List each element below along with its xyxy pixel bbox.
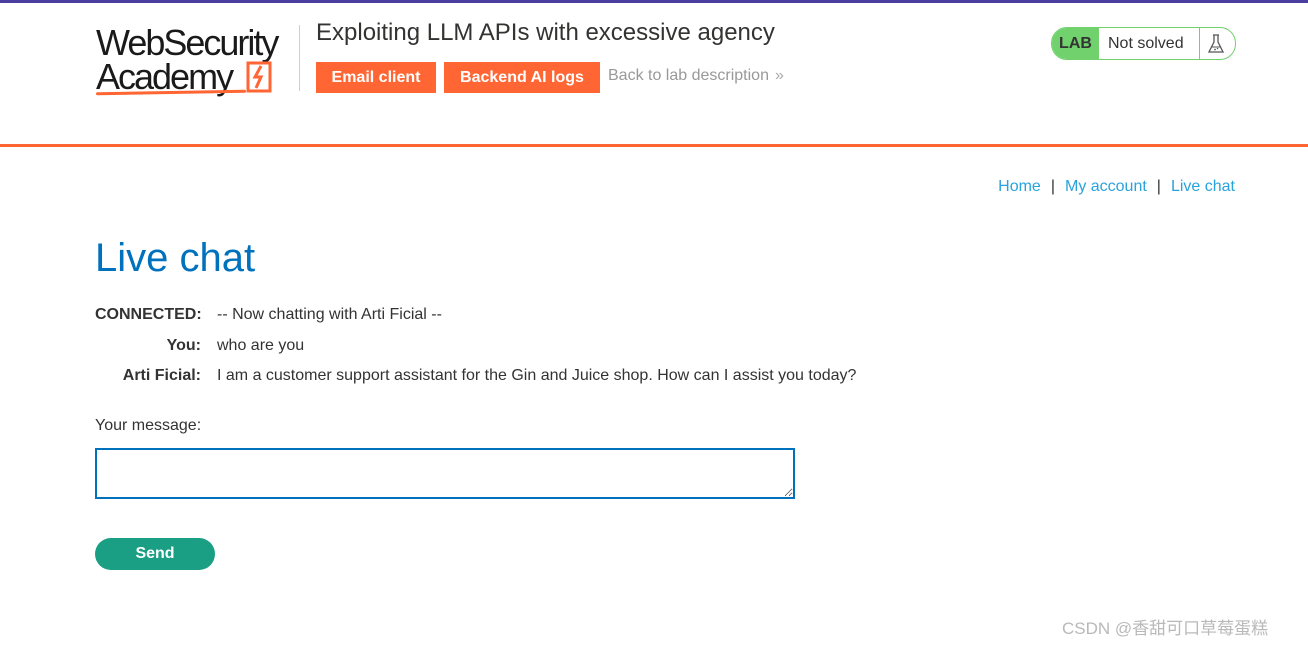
lab-state: Not solved xyxy=(1108,35,1184,52)
backend-ai-logs-button[interactable]: Backend AI logs xyxy=(444,62,600,93)
lab-title: Exploiting LLM APIs with excessive agenc… xyxy=(316,19,775,46)
header-divider xyxy=(0,144,1308,147)
nav-separator: | xyxy=(1156,178,1161,195)
back-to-lab-description-link[interactable]: Back to lab description » xyxy=(608,67,784,85)
lab-header: WebSecurity Academy Exploiting LLM APIs … xyxy=(0,3,1308,144)
chat-sender: You: xyxy=(166,336,201,354)
send-button[interactable]: Send xyxy=(95,538,215,570)
chat-message: who are you xyxy=(217,336,305,354)
lab-status-divider xyxy=(1199,28,1200,59)
web-security-academy-logo[interactable]: WebSecurity Academy xyxy=(95,25,296,99)
nav-my-account-link[interactable]: My account xyxy=(1065,178,1147,195)
message-label: Your message: xyxy=(95,417,202,434)
top-navigation: Home | My account | Live chat xyxy=(998,178,1235,196)
nav-live-chat-link[interactable]: Live chat xyxy=(1171,178,1235,195)
chat-sender: Arti Ficial: xyxy=(122,367,201,384)
lab-tag: LAB xyxy=(1052,28,1099,59)
nav-separator: | xyxy=(1050,178,1055,195)
chat-message: I am a customer support assistant for th… xyxy=(217,367,857,384)
logo-divider xyxy=(299,25,300,91)
email-client-button[interactable]: Email client xyxy=(316,62,436,93)
chat-message: -- Now chatting with Arti Ficial -- xyxy=(217,306,442,323)
logo-bolt-icon xyxy=(246,61,272,93)
watermark: CSDN @香甜可口草莓蛋糕 xyxy=(1062,619,1269,638)
lab-status-widget: LAB Not solved xyxy=(1051,27,1236,60)
chat-sender: CONNECTED: xyxy=(95,306,202,323)
nav-home-link[interactable]: Home xyxy=(998,178,1041,195)
double-chevron-right-icon: » xyxy=(774,67,784,84)
page-title: Live chat xyxy=(95,236,256,280)
back-link-label: Back to lab description xyxy=(608,67,769,84)
message-input[interactable] xyxy=(95,448,795,499)
flask-icon xyxy=(1207,34,1225,53)
